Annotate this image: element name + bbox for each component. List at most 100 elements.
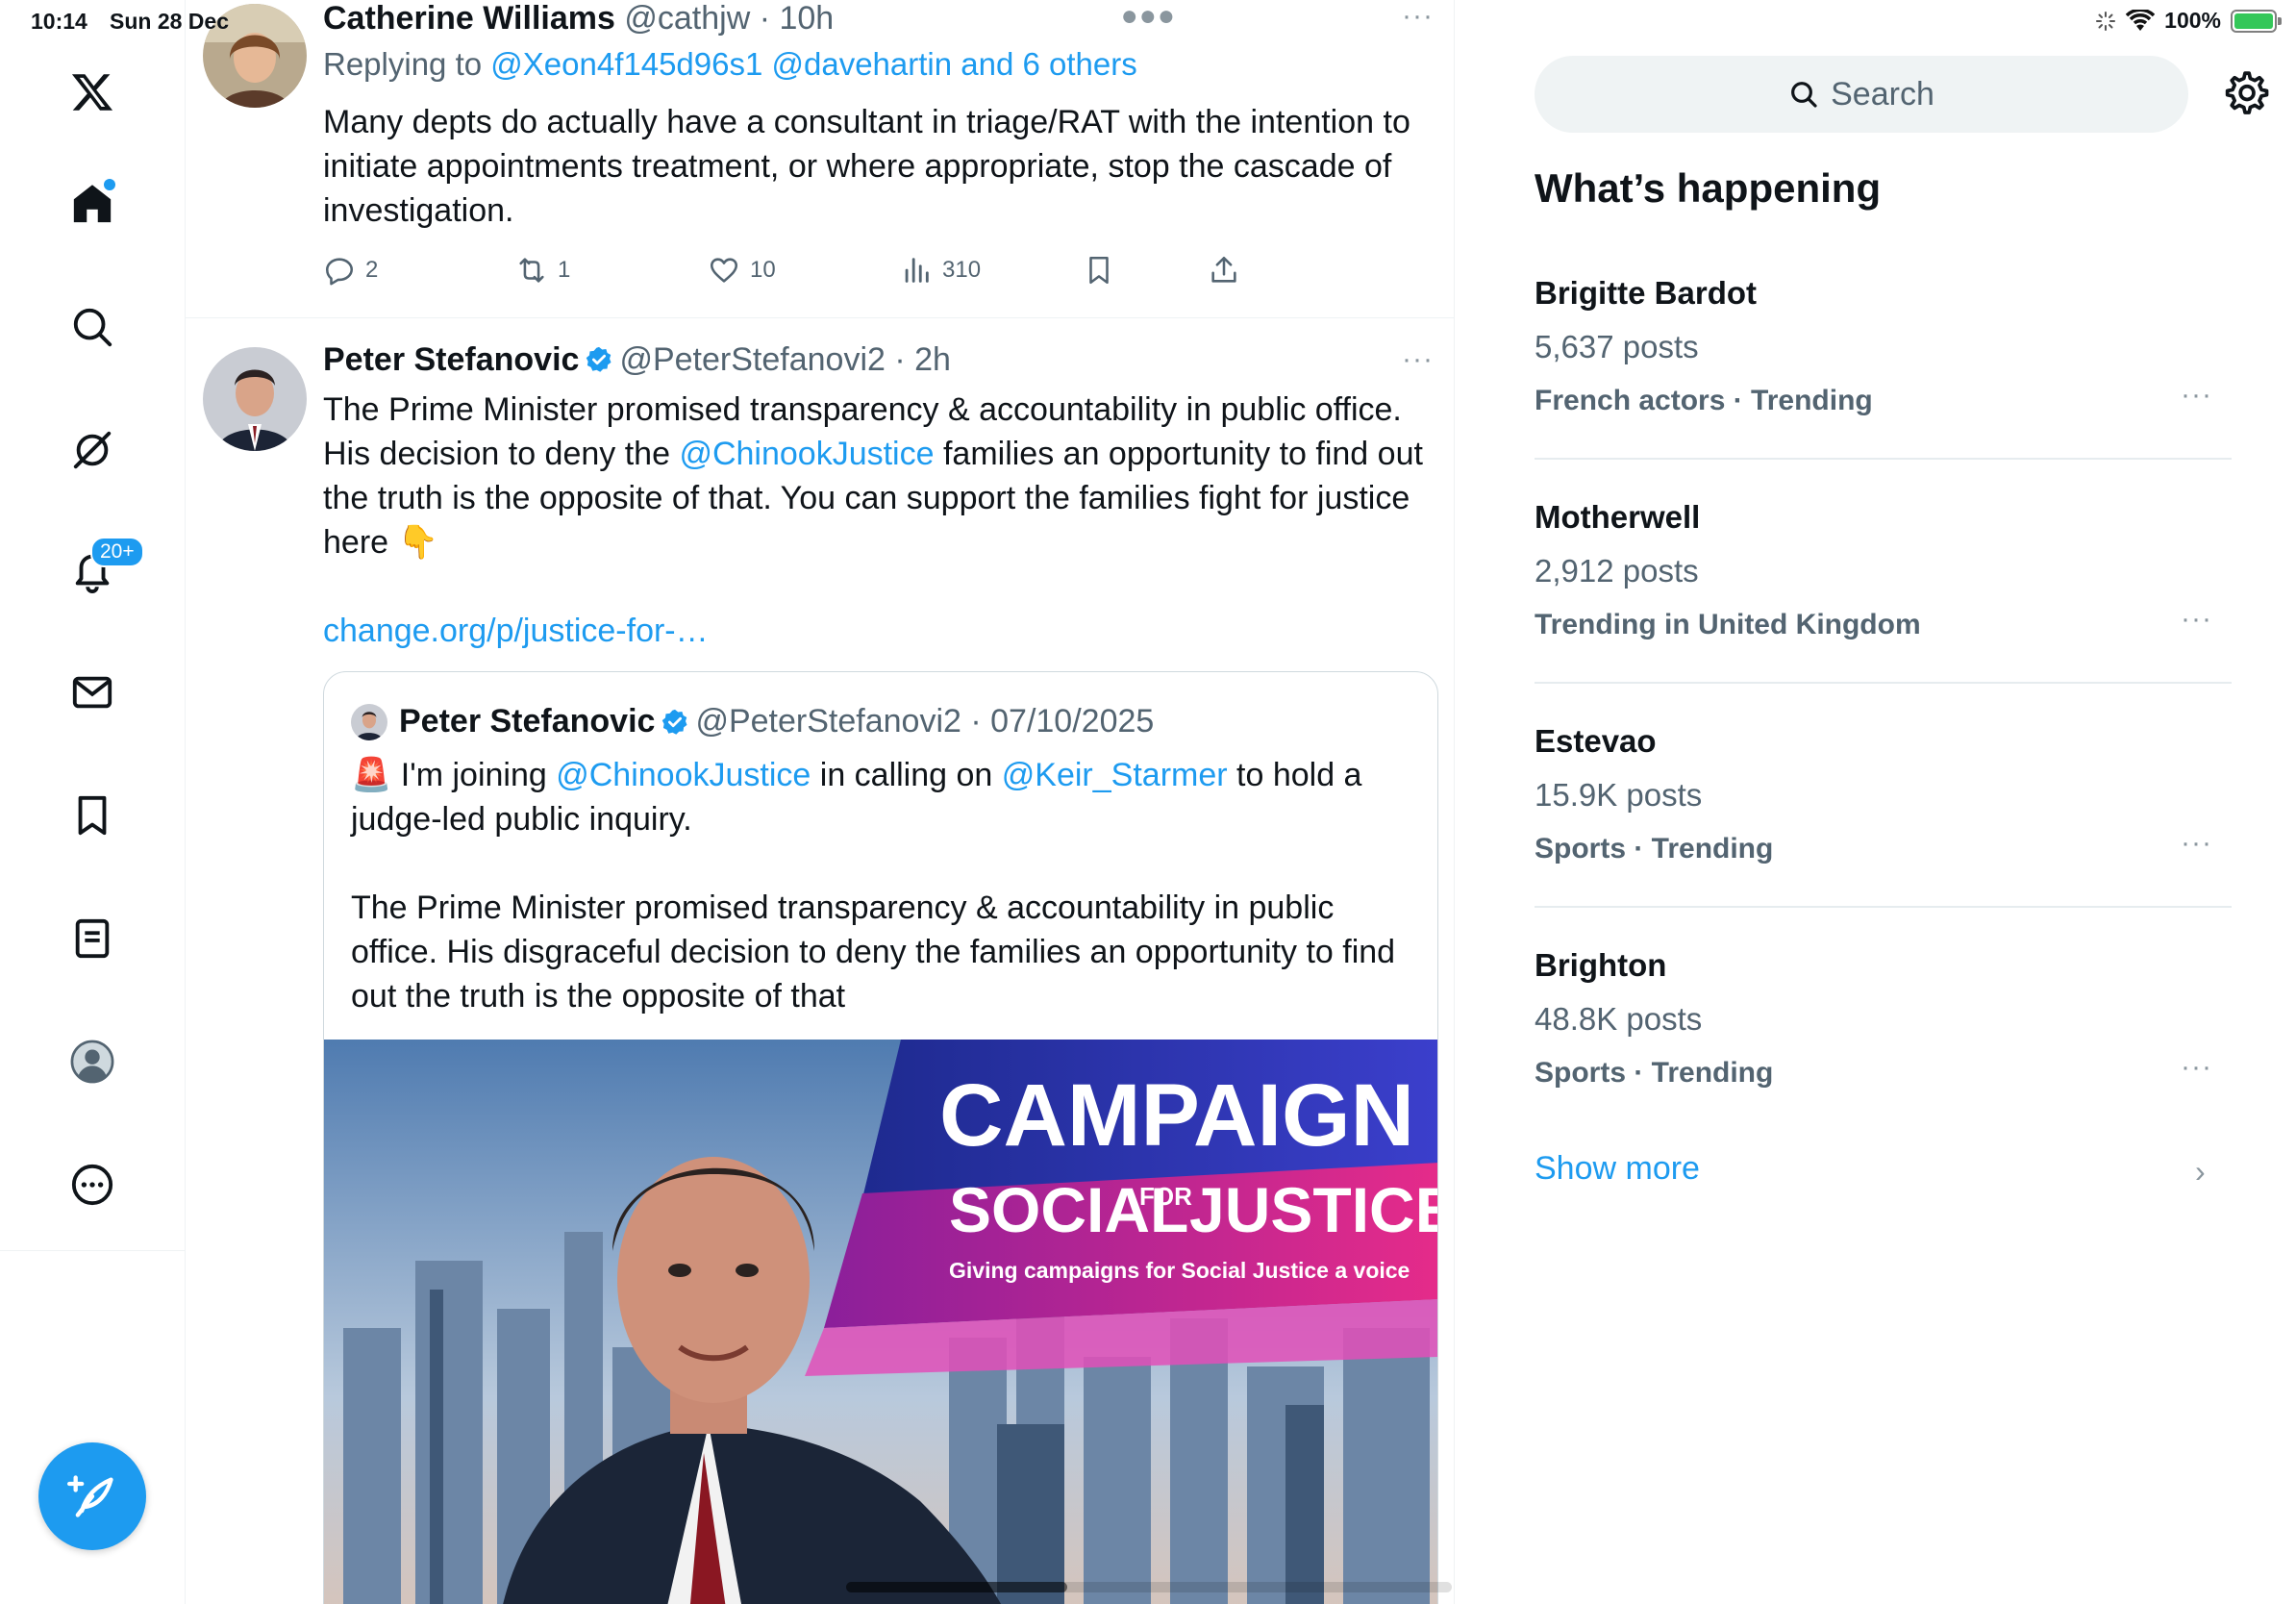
tweet-text: Many depts do actually have a consultant… xyxy=(323,104,1410,229)
nav-more[interactable] xyxy=(50,1142,135,1227)
search-placeholder: Search xyxy=(1831,75,1934,113)
horizontal-scroll-indicator[interactable] xyxy=(846,1582,1452,1592)
nav-grok[interactable] xyxy=(50,408,135,492)
scroll-thumb[interactable] xyxy=(846,1582,1067,1592)
tweet-time[interactable]: · 2h xyxy=(894,341,951,378)
quoted-avatar[interactable] xyxy=(351,703,387,740)
compose-post-button[interactable] xyxy=(38,1442,146,1550)
left-navigation: 20+ xyxy=(0,0,186,1604)
nav-messages[interactable] xyxy=(50,650,135,735)
repost-count: 1 xyxy=(558,257,571,283)
avatar-photo xyxy=(203,347,307,451)
nav-explore[interactable] xyxy=(50,285,135,369)
trend-divider xyxy=(1535,682,2232,684)
mention-link[interactable]: @ChinookJustice xyxy=(679,436,934,472)
trend-more-button[interactable]: ··· xyxy=(2181,603,2212,636)
reply-count: 2 xyxy=(365,257,379,283)
verified-badge-icon xyxy=(662,709,687,735)
chevron-right-icon: › xyxy=(2195,1154,2206,1189)
reply-icon xyxy=(325,258,354,286)
x-logo-button[interactable] xyxy=(50,50,135,135)
trend-item[interactable]: Brighton 48.8K posts Sports · Trending ·… xyxy=(1535,947,2232,1170)
trend-name: Motherwell xyxy=(1535,499,1701,535)
quoted-author-name[interactable]: Peter Stefanovic xyxy=(399,703,655,740)
status-bar: 10:14 Sun 28 Dec 100% xyxy=(0,0,2296,46)
nav-bookmarks[interactable] xyxy=(50,773,135,858)
quoted-paragraph-2: The Prime Minister promised transparency… xyxy=(351,890,1396,1015)
author-handle[interactable]: @PeterStefanovi2 xyxy=(619,341,885,378)
trend-post-count: 2,912 posts xyxy=(1535,553,1699,589)
heart-icon xyxy=(710,258,738,283)
views-button[interactable]: 310 xyxy=(900,254,981,287)
like-count: 10 xyxy=(750,257,776,283)
status-time: 10:14 xyxy=(31,9,87,34)
quoted-tweet[interactable]: Peter Stefanovic @PeterStefanovi2 · 07/10… xyxy=(323,671,1438,1604)
author-name[interactable]: Peter Stefanovic xyxy=(323,341,579,378)
more-circle-icon xyxy=(71,1164,113,1206)
nav-profile[interactable] xyxy=(50,1019,135,1104)
mention-link[interactable]: @ChinookJustice xyxy=(556,757,811,793)
banner-tagline: Giving campaigns for Social Justice a vo… xyxy=(949,1258,1410,1283)
external-link-text[interactable]: change.org/p/justice-for-… xyxy=(323,613,709,649)
nav-notifications[interactable]: 20+ xyxy=(50,529,144,614)
trend-name: Brighton xyxy=(1535,947,1667,983)
trend-post-count: 5,637 posts xyxy=(1535,329,1699,364)
nav-home[interactable] xyxy=(50,162,135,246)
quoted-tweet-text: 🚨 I'm joining @ChinookJustice in calling… xyxy=(351,753,1418,1018)
show-more-link[interactable]: Show more xyxy=(1535,1150,1700,1188)
gear-icon xyxy=(2225,71,2269,114)
reply-button[interactable]: 2 xyxy=(323,254,378,287)
banner-subtitle-for: FOR xyxy=(1139,1182,1192,1211)
home-unread-dot xyxy=(104,179,115,190)
quoted-tweet-video[interactable]: CAMPAIGN SOCIAL FOR JUSTICE Giving campa… xyxy=(324,1040,1438,1604)
notifications-badge: 20+ xyxy=(90,537,144,567)
compose-feather-icon xyxy=(67,1475,113,1517)
profile-avatar-icon xyxy=(70,1040,114,1084)
whats-happening-title: What’s happening xyxy=(1535,165,1882,211)
share-button[interactable] xyxy=(1208,254,1240,287)
mention-link[interactable]: @Keir_Starmer xyxy=(1002,757,1228,793)
trend-item[interactable]: Estevao 15.9K posts Sports · Trending ··… xyxy=(1535,723,2232,946)
avatar[interactable] xyxy=(203,347,307,451)
tweet-more-button[interactable]: ··· xyxy=(1402,343,1434,376)
trend-divider xyxy=(1535,906,2232,908)
tweet-catherine-williams[interactable]: Catherine Williams @cathjw · 10h ●●● ···… xyxy=(186,0,1454,318)
replying-to-users[interactable]: @Xeon4f145d96s1 @davehartin and 6 others xyxy=(490,46,1136,82)
trend-item[interactable]: Motherwell 2,912 posts Trending in Unite… xyxy=(1535,499,2232,722)
trend-name: Estevao xyxy=(1535,723,1657,759)
video-thumbnail: CAMPAIGN SOCIAL FOR JUSTICE Giving campa… xyxy=(324,1040,1438,1604)
bookmark-button[interactable] xyxy=(1083,254,1115,287)
trend-category: French actors · Trending xyxy=(1535,385,1873,416)
banner-subtitle-justice: JUSTICE xyxy=(1189,1174,1438,1245)
trend-more-button[interactable]: ··· xyxy=(2181,1051,2212,1084)
search-input[interactable]: Search xyxy=(1535,56,2188,133)
nav-lists[interactable] xyxy=(50,896,135,981)
nav-divider xyxy=(0,1250,186,1251)
activity-icon xyxy=(2096,11,2116,31)
trend-more-button[interactable]: ··· xyxy=(2181,379,2212,412)
quoted-author-handle[interactable]: @PeterStefanovi2 xyxy=(695,703,961,740)
battery-icon xyxy=(2231,9,2282,33)
repost-button[interactable]: 1 xyxy=(515,254,570,287)
trend-item[interactable]: Brigitte Bardot 5,637 posts French actor… xyxy=(1535,275,2232,498)
trend-post-count: 48.8K posts xyxy=(1535,1001,1703,1037)
battery-percent: 100% xyxy=(2164,8,2221,33)
like-button[interactable]: 10 xyxy=(708,254,776,287)
verified-badge-icon xyxy=(586,346,611,372)
mail-icon xyxy=(72,676,112,709)
banner-title: CAMPAIGN xyxy=(939,1066,1414,1165)
replying-to-label: Replying to xyxy=(323,46,491,82)
trend-category: Trending in United Kingdom xyxy=(1535,609,1921,640)
views-chart-icon xyxy=(905,258,929,283)
wifi-icon xyxy=(2126,9,2156,31)
settings-button[interactable] xyxy=(2221,69,2269,117)
avatar-photo xyxy=(351,703,387,740)
list-icon xyxy=(75,918,110,959)
tweet-peter-stefanovic[interactable]: Peter Stefanovic @PeterStefanovi2 · 2h ··… xyxy=(186,318,1454,1604)
tweet-text: The Prime Minister promised transparency… xyxy=(323,388,1438,564)
grok-icon xyxy=(73,431,112,469)
trend-name: Brigitte Bardot xyxy=(1535,275,1757,311)
bookmark-icon xyxy=(78,795,107,836)
external-link[interactable]: change.org/p/justice-for-… xyxy=(323,609,1438,653)
trend-more-button[interactable]: ··· xyxy=(2181,827,2212,860)
